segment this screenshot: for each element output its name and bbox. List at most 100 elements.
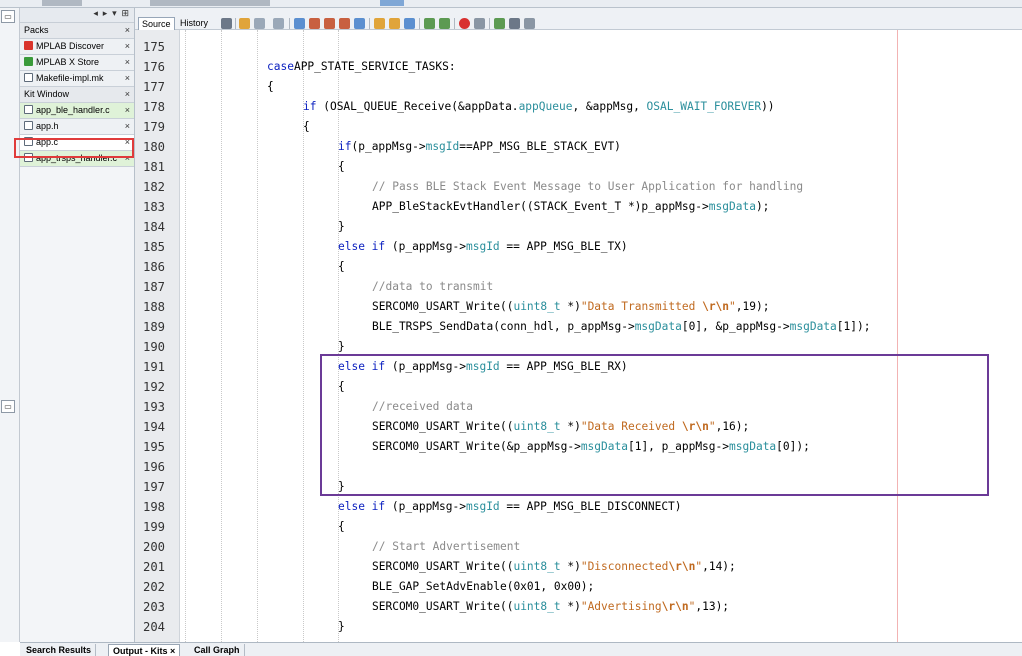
code-line[interactable]: BLE_GAP_SetAdvEnable(0x01, 0x00); [372,577,594,597]
code-line[interactable]: { [338,377,345,397]
stop-macro-icon[interactable] [474,18,485,29]
code-line[interactable]: { [267,77,274,97]
close-icon[interactable]: × [125,39,130,54]
code-line[interactable]: caseAPP_STATE_SERVICE_TASKS: [267,57,456,77]
code-line[interactable]: else if (p_appMsg->msgId == APP_MSG_BLE_… [338,497,682,517]
close-icon[interactable]: × [125,87,130,102]
line-number: 177 [143,80,166,94]
code-line[interactable]: if (OSAL_QUEUE_Receive(&appData.appQueue… [303,97,775,117]
tab-item[interactable]: app.c × [20,135,134,151]
tab-item[interactable]: Makefile-impl.mk × [20,71,134,87]
last-edit-icon[interactable] [221,18,232,29]
code-token: )) [761,100,775,113]
tab-scroll-controls[interactable]: ◂ ▸ ▾ ⊞ [93,9,130,19]
close-icon[interactable]: × [125,151,130,166]
history-dropdown-icon[interactable] [273,18,284,29]
shift-right-icon[interactable] [439,18,450,29]
close-icon[interactable]: × [168,646,175,656]
code-line[interactable]: SERCOM0_USART_Write((uint8_t *)"Disconne… [372,557,736,577]
previous-bookmark-icon[interactable] [389,18,400,29]
code-token: \r\n [702,300,730,313]
close-icon[interactable]: × [125,119,130,134]
tab-item-label: MPLAB Discover [36,41,105,51]
code-token: else if [338,360,386,373]
close-icon[interactable]: × [125,71,130,86]
diff-icon[interactable] [524,18,535,29]
code-editor[interactable]: caseAPP_STATE_SERVICE_TASKS: {if (OSAL_QU… [181,30,1022,642]
comment-icon[interactable] [494,18,505,29]
code-line[interactable]: // Pass BLE Stack Event Message to User … [372,177,803,197]
top-toolbar-strip [0,0,1022,8]
code-line[interactable]: SERCOM0_USART_Write((uint8_t *)"Data Rec… [372,417,749,437]
tab-item[interactable]: Packs × [20,23,134,39]
c-file-icon [24,105,33,114]
bottom-tab[interactable]: Call Graph [190,644,245,656]
find-icon[interactable] [294,18,305,29]
code-token: \r\n [681,420,709,433]
code-line[interactable]: //received data [372,397,473,417]
close-icon[interactable]: × [125,23,130,38]
tab-item[interactable]: Kit Window × [20,87,134,103]
bottom-tab[interactable]: Search Results [22,644,97,656]
uncomment-icon[interactable] [509,18,520,29]
code-line[interactable]: { [338,517,345,537]
code-token: { [338,380,345,393]
close-icon[interactable]: × [125,103,130,118]
find-selection-icon[interactable] [339,18,350,29]
code-line[interactable]: } [338,617,345,637]
forward-icon[interactable] [254,18,265,29]
code-line[interactable]: { [338,157,345,177]
code-token: == APP_MSG_BLE_DISCONNECT) [499,500,682,513]
start-macro-icon[interactable] [459,18,470,29]
code-line[interactable]: if(p_appMsg->msgId==APP_MSG_BLE_STACK_EV… [338,137,621,157]
toggle-highlight-icon[interactable] [354,18,365,29]
code-line[interactable]: { [303,117,310,137]
toggle-bookmark-icon[interactable] [374,18,385,29]
tab-item[interactable]: app_trsps_handler.c × [20,151,134,167]
code-token: //received data [372,400,474,413]
code-line[interactable]: SERCOM0_USART_Write((uint8_t *)"Advertis… [372,597,729,617]
code-line[interactable]: else if (p_appMsg->msgId == APP_MSG_BLE_… [338,357,628,377]
code-line[interactable]: } [338,217,345,237]
restore-window-icon[interactable]: ▭ [1,400,15,413]
code-token: (p_appMsg-> [385,360,466,373]
code-line[interactable]: //data to transmit [372,277,493,297]
code-line[interactable]: BLE_TRSPS_SendData(conn_hdl, p_appMsg->m… [372,317,870,337]
shift-left-icon[interactable] [424,18,435,29]
toolbar-separator [369,18,370,29]
tab-history[interactable]: History [177,17,211,30]
close-icon[interactable]: × [125,55,130,70]
tab-item[interactable]: MPLAB Discover × [20,39,134,55]
code-token: // Start Advertisement [372,540,521,553]
code-line[interactable]: SERCOM0_USART_Write((uint8_t *)"Data Tra… [372,297,769,317]
restore-window-icon[interactable]: ▭ [1,10,15,23]
close-icon[interactable]: × [125,135,130,150]
code-token: SERCOM0_USART_Write(( [372,420,514,433]
code-line[interactable]: SERCOM0_USART_Write(&p_appMsg->msgData[1… [372,437,810,457]
code-line[interactable]: } [338,477,345,497]
c-file-icon [24,153,33,162]
line-number: 189 [143,320,166,334]
code-token: == APP_MSG_BLE_RX) [499,360,628,373]
find-next-icon[interactable] [324,18,335,29]
code-token: APP_STATE_SERVICE_TASKS: [293,60,456,73]
code-token: [1]); [836,320,871,333]
code-line[interactable]: else if (p_appMsg->msgId == APP_MSG_BLE_… [338,237,628,257]
code-line[interactable]: APP_BleStackEvtHandler((STACK_Event_T *)… [372,197,769,217]
next-bookmark-icon[interactable] [404,18,415,29]
find-previous-icon[interactable] [309,18,320,29]
code-line[interactable]: // Start Advertisement [372,537,520,557]
tab-item[interactable]: app.h × [20,119,134,135]
tab-source[interactable]: Source [138,17,175,30]
code-token: (p_appMsg-> [351,140,426,153]
toolbar-separator [289,18,290,29]
back-icon[interactable] [239,18,250,29]
tab-item[interactable]: MPLAB X Store × [20,55,134,71]
code-token: if [338,140,352,153]
code-line[interactable]: } [338,337,345,357]
bottom-tab[interactable]: Output - Kits × [108,644,181,656]
collapsed-side-gutter: ▭ ▭ [0,8,20,642]
code-token: { [267,80,274,93]
tab-item[interactable]: app_ble_handler.c × [20,103,134,119]
code-line[interactable]: { [338,257,345,277]
